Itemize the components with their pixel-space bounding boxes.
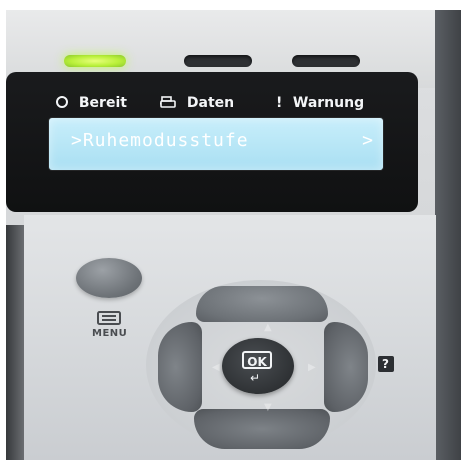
nav-left-hint-icon: ◀	[212, 362, 220, 373]
warning-label-text: Warnung	[292, 95, 365, 111]
right-background	[435, 10, 461, 460]
status-label-warning: ! Warnung	[276, 96, 364, 110]
ok-label: OK	[242, 351, 272, 369]
data-label-text: Daten	[186, 95, 235, 111]
printer-icon	[160, 96, 176, 108]
nav-down-hint-icon: ▼	[264, 402, 272, 413]
nav-right-hint-icon: ▶	[308, 362, 316, 373]
lcd-menu-text: >Ruhemodusstufe	[71, 130, 249, 151]
lcd-right-arrow: >	[362, 130, 373, 151]
nav-up-button[interactable]	[196, 286, 328, 322]
warning-icon: !	[276, 95, 283, 111]
warning-led	[292, 55, 360, 67]
menu-icon	[97, 311, 121, 325]
ready-label-text: Bereit	[78, 95, 127, 111]
ready-led	[64, 55, 126, 67]
help-icon: ?	[382, 357, 389, 371]
printer-control-panel-photo: Bereit Daten ! Warnung >Ruhemodusstufe >…	[6, 10, 461, 460]
enter-icon: ↵	[250, 371, 261, 385]
lcd-display: >Ruhemodusstufe >	[49, 118, 383, 170]
status-label-data: Daten	[160, 96, 234, 110]
menu-button[interactable]	[76, 258, 142, 298]
ready-icon	[56, 96, 68, 108]
data-led	[184, 55, 252, 67]
nav-up-hint-icon: ▲	[264, 322, 272, 333]
menu-label: MENU	[92, 328, 128, 339]
left-background	[6, 225, 24, 460]
photo-frame: Bereit Daten ! Warnung >Ruhemodusstufe >…	[0, 0, 467, 463]
nav-left-button[interactable]	[158, 322, 202, 412]
nav-down-button[interactable]	[194, 409, 330, 449]
status-label-ready: Bereit	[56, 96, 127, 110]
